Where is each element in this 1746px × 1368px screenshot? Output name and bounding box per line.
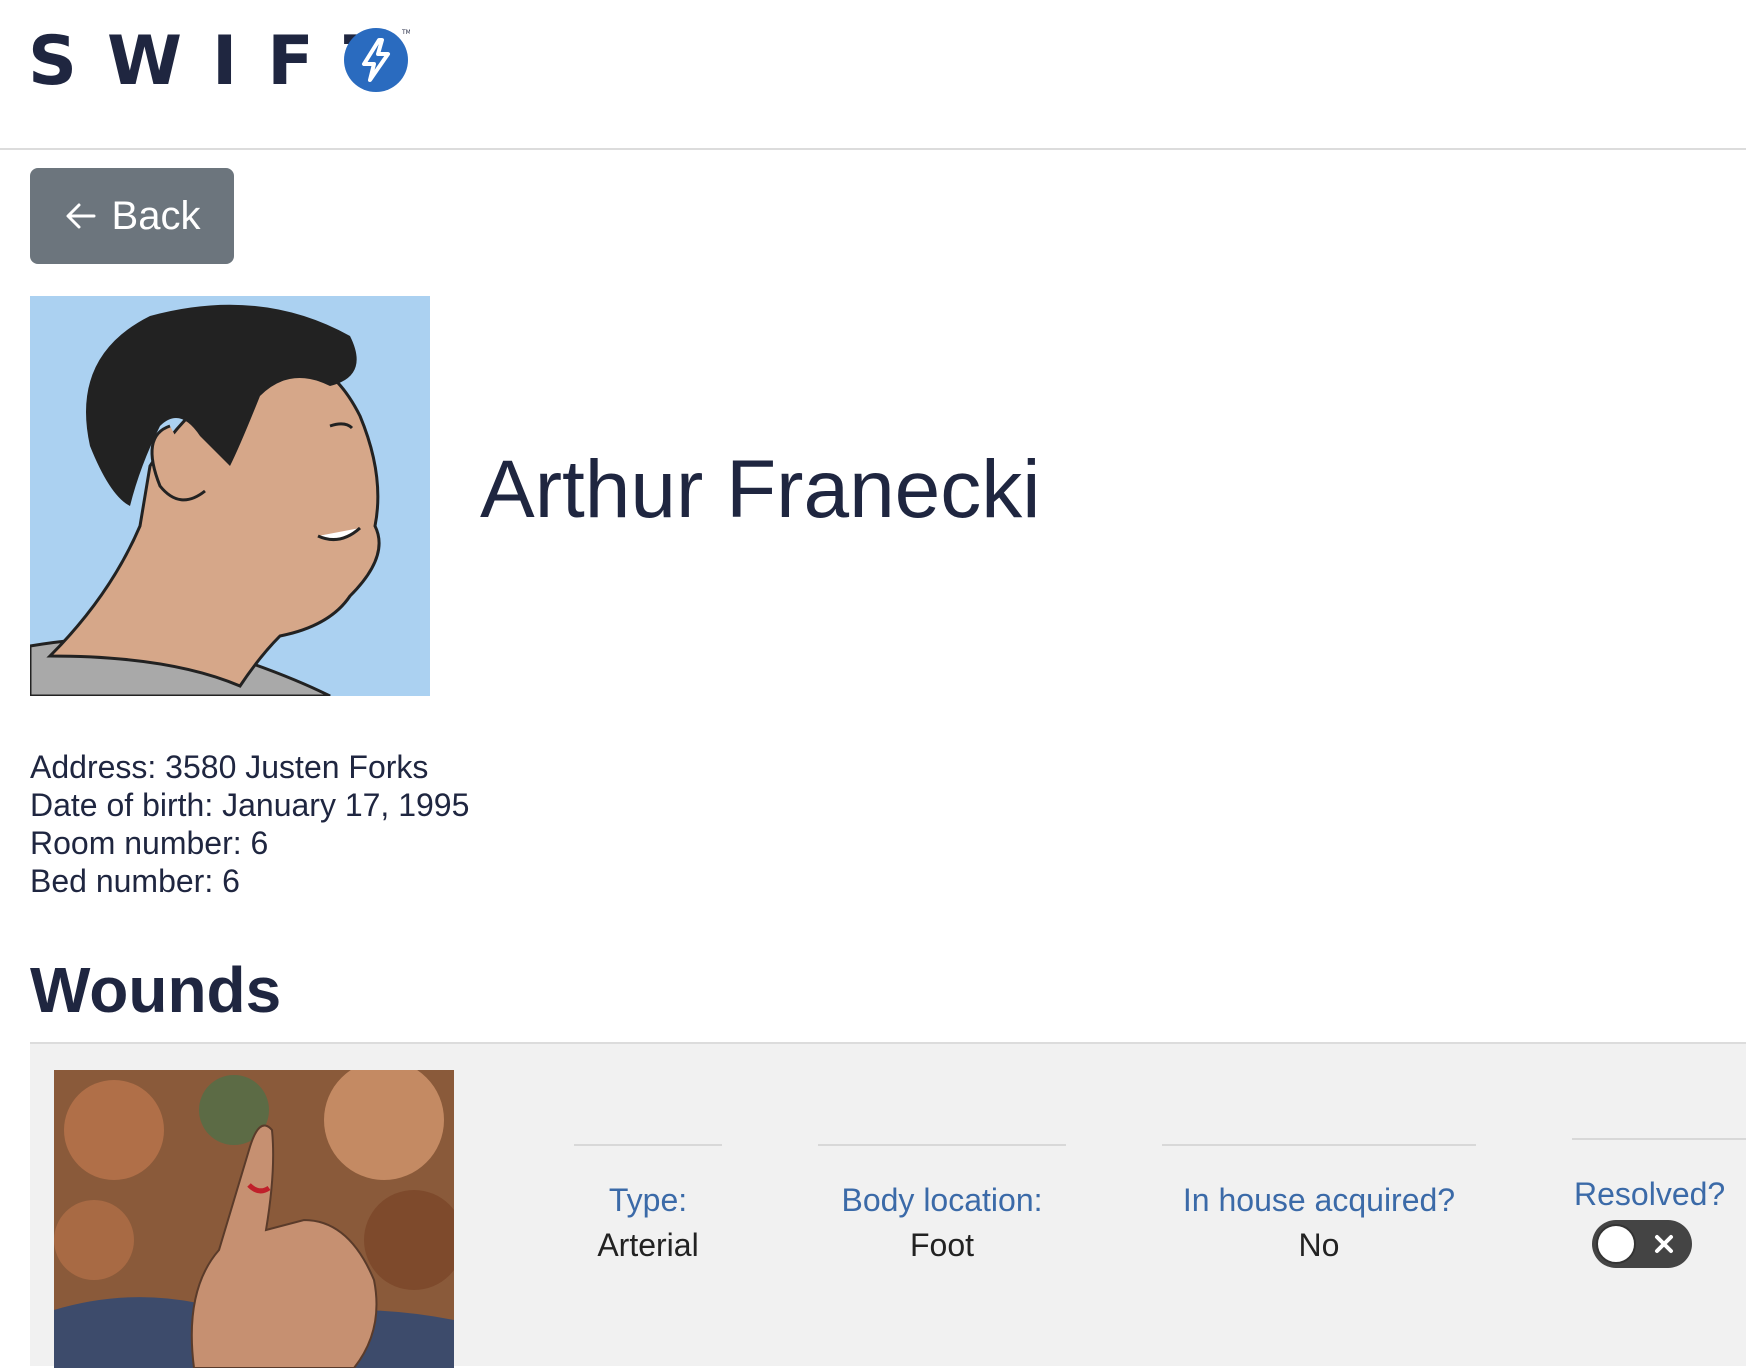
resolved-field: Resolved? [1572,1138,1746,1268]
resolved-toggle[interactable] [1592,1220,1692,1268]
arrow-left-icon [66,203,96,229]
body-location-label: Body location: [841,1182,1043,1218]
wound-card[interactable]: Type: Arterial Body location: Foot In ho… [30,1042,1746,1368]
patient-avatar [30,296,430,696]
divider [1162,1144,1476,1146]
wounds-heading: Wounds [30,954,282,1026]
app-header: SWIFT TM [0,0,1746,150]
body-location-value: Foot [909,1227,975,1263]
wound-type-label: Type: [608,1182,688,1218]
patient-name: Arthur Franecki [480,444,1041,535]
detail-address: Address: 3580 Justen Forks [30,749,429,785]
divider [574,1144,722,1146]
detail-bed-number: Bed number: 6 [30,863,240,899]
resolved-label: Resolved? [1574,1176,1726,1212]
back-button-label: Back [111,193,201,238]
back-button[interactable]: Back [30,168,234,264]
wound-photo [54,1070,454,1368]
divider [818,1144,1066,1146]
bolt-icon[interactable]: TM [342,26,410,94]
detail-room-number: Room number: 6 [30,825,269,861]
patient-details: Address: 3580 Justen Forks Date of birth… [30,748,469,900]
in-house-acquired-field: In house acquired? No [1162,1144,1476,1268]
svg-text:TM: TM [401,29,410,36]
toggle-knob [1596,1224,1636,1264]
wound-type-field: Type: Arterial [574,1144,722,1268]
wound-type-value: Arterial [597,1227,699,1263]
close-icon [1655,1235,1673,1253]
divider [1572,1138,1746,1140]
body-location-field: Body location: Foot [818,1144,1066,1268]
in-house-acquired-label: In house acquired? [1182,1182,1456,1218]
detail-date-of-birth: Date of birth: January 17, 1995 [30,787,470,823]
in-house-acquired-value: No [1298,1227,1340,1263]
